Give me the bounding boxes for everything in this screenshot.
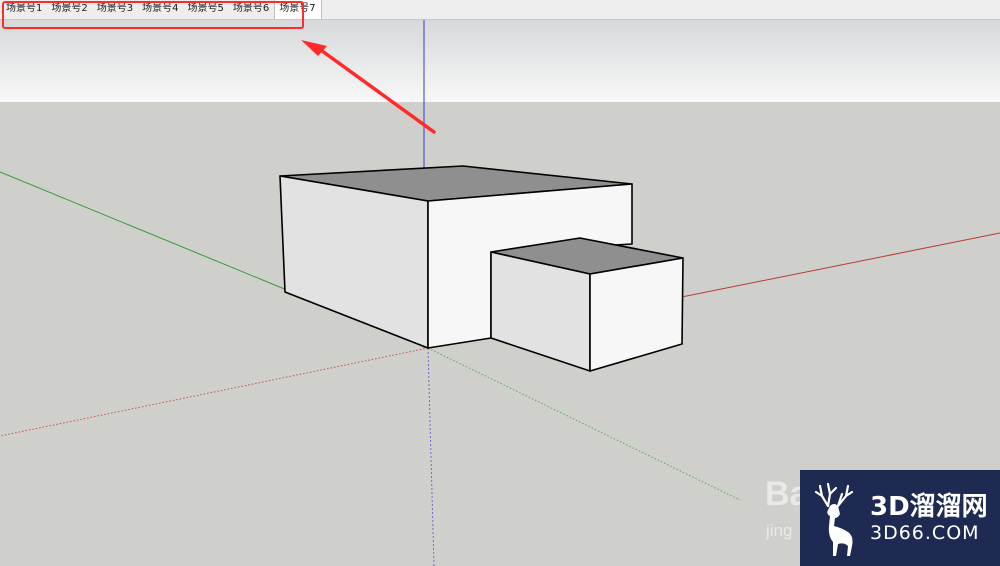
scene-tab-1[interactable]: 场景号1 [2, 0, 47, 19]
logo-sub-text: 3D66.COM [870, 522, 980, 544]
scene-tab-5[interactable]: 场景号5 [184, 0, 229, 19]
scene-tab-4[interactable]: 场景号4 [138, 0, 183, 19]
scene-tab-3[interactable]: 场景号3 [93, 0, 138, 19]
scene-tab-7[interactable]: 场景号7 [274, 0, 322, 19]
scene-tab-6[interactable]: 场景号6 [229, 0, 274, 19]
scene-tab-2[interactable]: 场景号2 [47, 0, 92, 19]
sky-background [0, 20, 1000, 102]
scene-tab-bar: 场景号1 场景号2 场景号3 场景号4 场景号5 场景号6 场景号7 [0, 0, 1000, 20]
deer-icon [814, 482, 854, 556]
site-logo: 3D溜溜网 3D66.COM [800, 470, 1000, 566]
logo-main-text: 3D溜溜网 [870, 492, 988, 522]
sketchup-viewport[interactable]: 场景号1 场景号2 场景号3 场景号4 场景号5 场景号6 场景号7 Ba ji… [0, 0, 1000, 566]
